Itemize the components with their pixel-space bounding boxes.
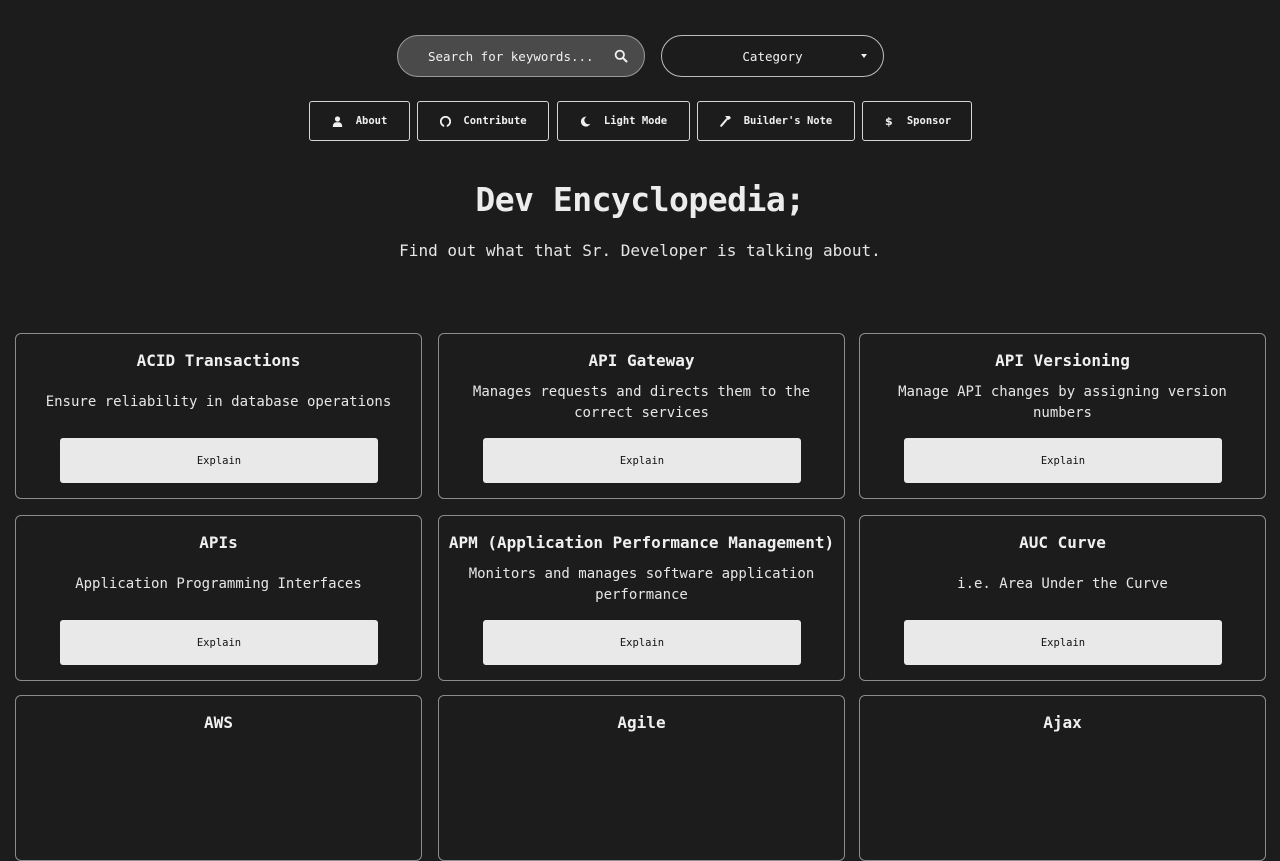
card-title: Agile [617,713,666,732]
card-title: API Gateway [588,351,695,370]
card-description: Monitors and manages software applicatio… [468,566,815,603]
search-icon[interactable] [614,49,628,63]
category-label: Category [742,48,803,64]
category-select[interactable]: Category [661,35,884,77]
term-card: APM (Application Performance Management)… [438,515,845,681]
page-title: Dev Encyclopedia; [475,180,805,219]
term-card: API Gateway Manages requests and directs… [438,333,845,499]
card-title: API Versioning [995,351,1130,370]
moon-icon [580,115,592,127]
light-mode-button[interactable]: Light Mode [557,101,690,141]
search-row: Category [0,35,1280,79]
about-button[interactable]: About [309,101,410,141]
dollar-icon: $ [885,114,893,128]
term-card: API Versioning Manage API changes by ass… [859,333,1266,499]
search-box[interactable] [397,35,645,77]
term-card: Agile [438,695,845,861]
user-icon [332,115,344,127]
card-title: AUC Curve [1019,533,1106,552]
card-description: Manage API changes by assigning version … [898,384,1227,421]
card-description: Ensure reliability in database operation… [45,394,392,410]
card-description: Application Programming Interfaces [75,576,362,592]
builders-note-label: Builder's Note [743,115,833,127]
light-mode-label: Light Mode [603,115,668,127]
about-label: About [355,115,388,127]
explain-button[interactable]: Explain [60,620,378,665]
card-description: Manages requests and directs them to the… [472,384,811,421]
contribute-button[interactable]: Contribute [417,101,549,141]
card-title: APM (Application Performance Management) [448,533,835,552]
term-card: ACID Transactions Ensure reliability in … [15,333,422,499]
explain-button[interactable]: Explain [904,438,1222,483]
term-card: AUC Curve i.e. Area Under the Curve Expl… [859,515,1266,681]
term-card: AWS [15,695,422,861]
builders-note-button[interactable]: Builder's Note [697,101,855,141]
sponsor-label: Sponsor [906,115,952,127]
caret-down-icon [861,54,867,58]
card-title: APIs [199,533,238,552]
contribute-label: Contribute [463,115,527,127]
explain-button[interactable]: Explain [904,620,1222,665]
term-card: APIs Application Programming Interfaces … [15,515,422,681]
term-card: Ajax [859,695,1266,861]
explain-button[interactable]: Explain [483,438,801,483]
github-icon [439,115,451,127]
nav-bar: About Contribute Light Mode Builder's No… [0,101,1280,141]
page-subtitle: Find out what that Sr. Developer is talk… [399,241,881,260]
card-description: i.e. Area Under the Curve [957,576,1168,592]
card-title: AWS [204,713,233,732]
explain-button[interactable]: Explain [483,620,801,665]
card-title: Ajax [1043,713,1082,732]
card-title: ACID Transactions [136,351,301,370]
hammer-icon [719,115,732,127]
sponsor-button[interactable]: $ Sponsor [862,101,972,141]
explain-button[interactable]: Explain [60,438,378,483]
search-input[interactable] [398,35,614,77]
